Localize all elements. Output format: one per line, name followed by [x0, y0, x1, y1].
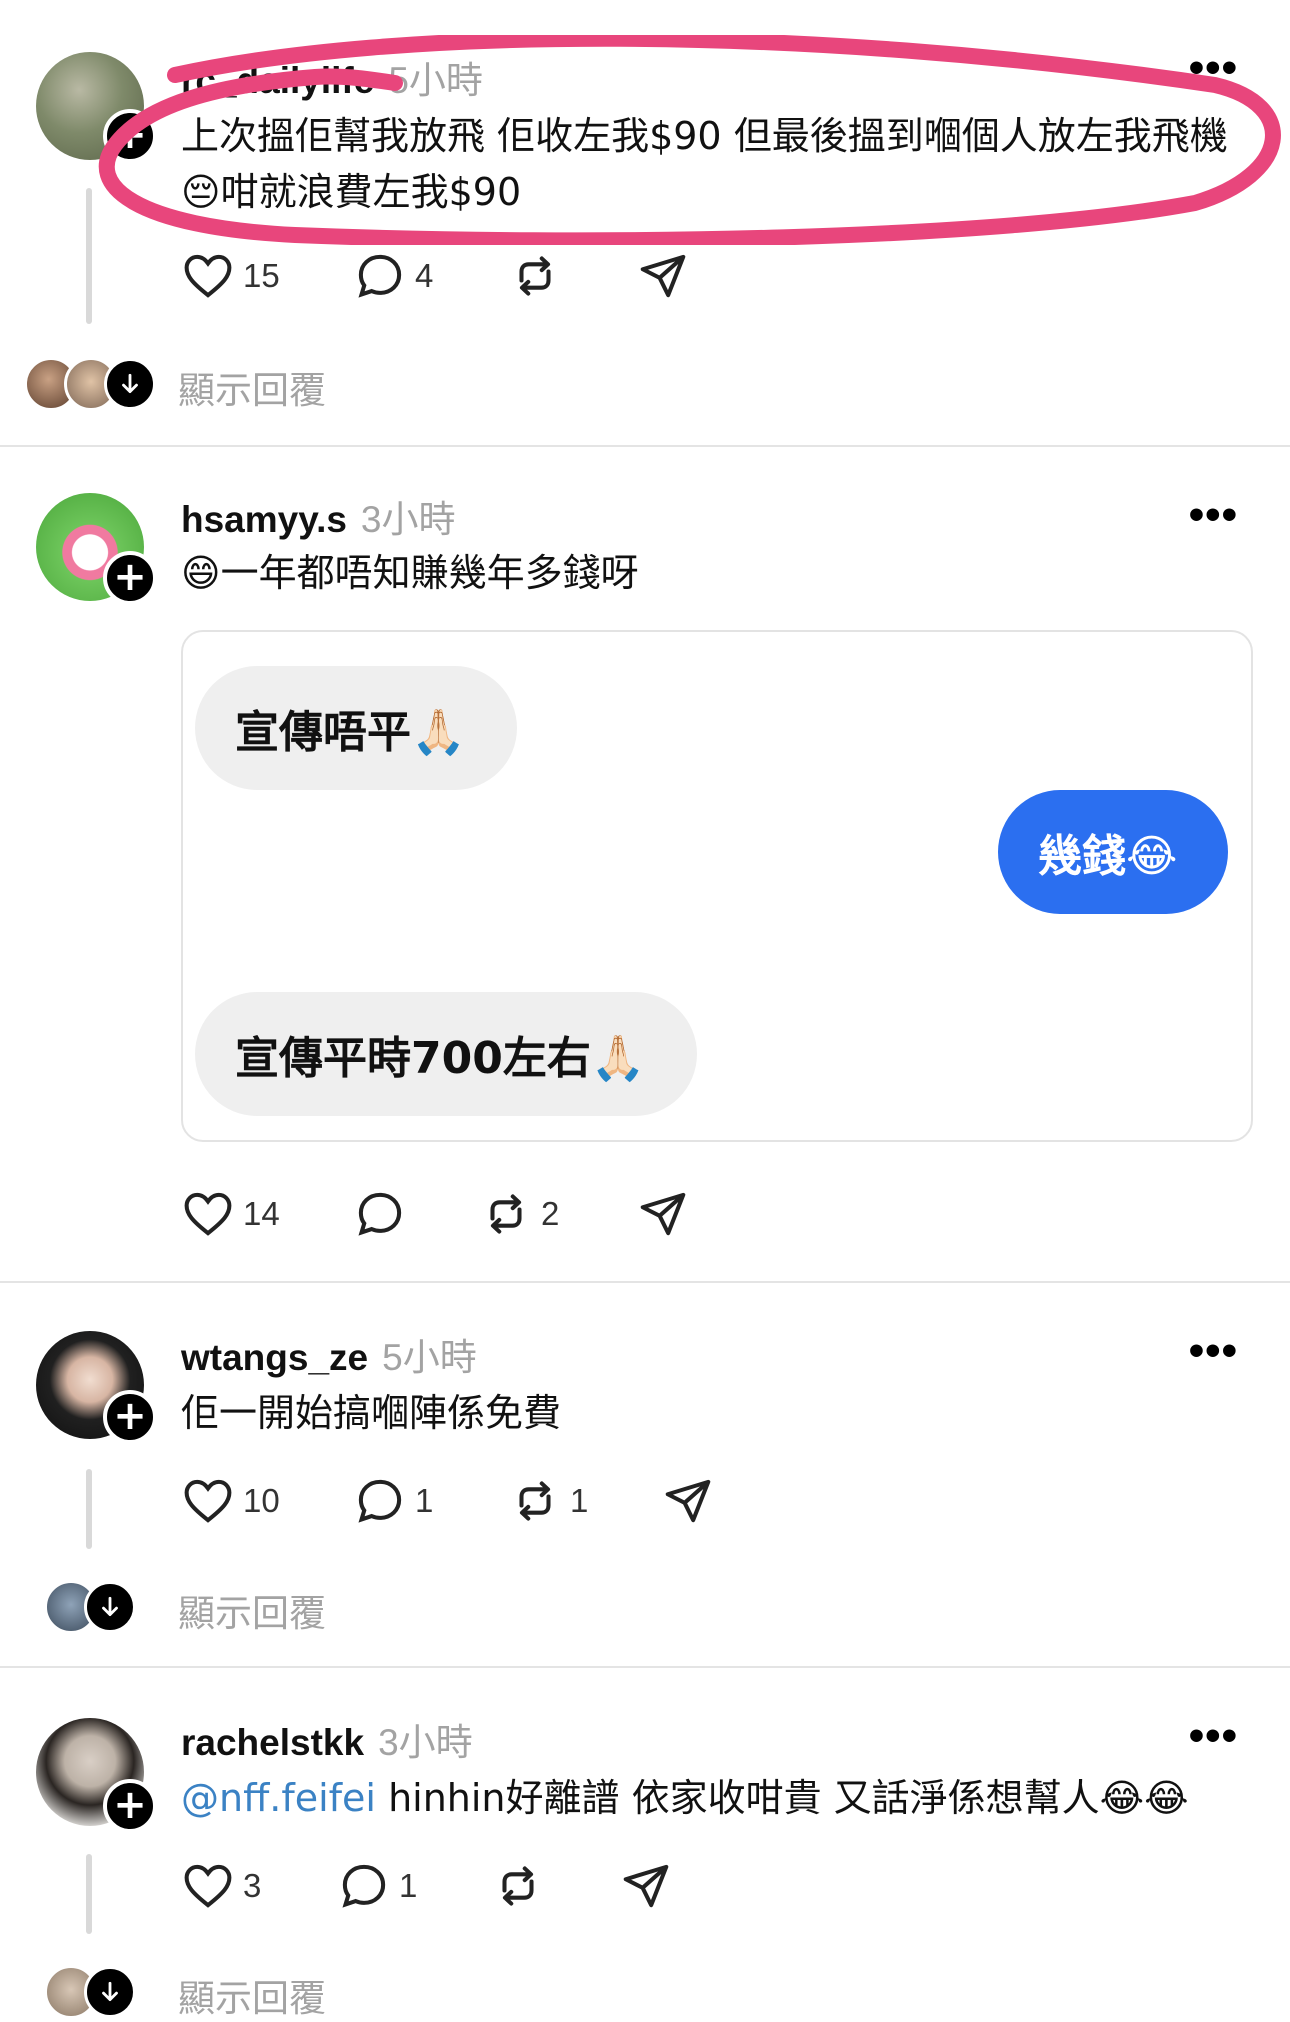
- username-text[interactable]: wtangs_ze: [181, 1337, 368, 1378]
- post-3: + wtangs_ze 5小時 ••• 佢一開始搞嗰陣係免費 10 1 1 顯示回…: [0, 1283, 1290, 1666]
- chat-screenshot-card[interactable]: 宣傳唔平🙏🏻 幾錢😂 宣傳平時700左右🙏🏻: [181, 630, 1253, 1142]
- like-button[interactable]: 15: [181, 248, 280, 304]
- more-dots-icon[interactable]: •••: [1189, 493, 1238, 537]
- like-count: 14: [243, 1195, 280, 1232]
- reply-avatars[interactable]: [44, 1577, 136, 1637]
- comment-button[interactable]: [353, 1186, 407, 1242]
- like-count: 3: [243, 1867, 262, 1904]
- action-bar: 10 1 1: [181, 1473, 781, 1529]
- repost-count: 1: [570, 1482, 589, 1519]
- comment-count: 1: [415, 1482, 434, 1519]
- heart-icon: [184, 1192, 232, 1236]
- share-button[interactable]: [636, 1186, 690, 1242]
- arrow-down-icon: [84, 1966, 136, 2018]
- show-replies-link[interactable]: 顯示回覆: [178, 1583, 326, 1637]
- post-1: + rc_dailylife 5小時 ••• 上次搵佢幫我放飛 佢收左我$90 但…: [0, 0, 1290, 445]
- send-icon: [623, 1864, 669, 1908]
- comment-count: 1: [399, 1867, 418, 1904]
- comment-button[interactable]: 1: [353, 1473, 433, 1529]
- timestamp: 3小時: [378, 1722, 473, 1763]
- heart-icon: [184, 1479, 232, 1523]
- follow-plus-icon[interactable]: +: [103, 1779, 157, 1833]
- arrow-down-icon: [84, 1581, 136, 1633]
- follow-plus-icon[interactable]: +: [103, 1390, 157, 1444]
- reply-avatars[interactable]: [24, 354, 156, 414]
- send-icon: [665, 1479, 711, 1523]
- username[interactable]: hsamyy.s 3小時: [181, 489, 456, 543]
- comment-bubble-icon: [358, 1192, 402, 1236]
- username[interactable]: wtangs_ze 5小時: [181, 1327, 477, 1381]
- username-text[interactable]: rachelstkk: [181, 1722, 364, 1763]
- mention-link[interactable]: @nff.feifei: [181, 1776, 376, 1820]
- username[interactable]: rc_dailylife 5小時: [181, 50, 483, 104]
- repost-count: 2: [541, 1195, 560, 1232]
- post-text: 上次搵佢幫我放飛 佢收左我$90 但最後搵到嗰個人放左我飛機😔咁就浪費左我$90: [181, 114, 1228, 214]
- thread-line: [86, 1854, 92, 1934]
- thread-line: [86, 188, 92, 324]
- action-bar: 3 1: [181, 1858, 781, 1914]
- more-dots-icon[interactable]: •••: [1189, 46, 1238, 90]
- more-dots-icon[interactable]: •••: [1189, 1714, 1238, 1758]
- comment-count: 4: [415, 257, 434, 294]
- show-replies-link[interactable]: 顯示回覆: [178, 360, 326, 414]
- repost-icon: [490, 1194, 522, 1234]
- timestamp: 5小時: [382, 1337, 477, 1378]
- timestamp: 3小時: [360, 499, 456, 540]
- like-button[interactable]: 10: [181, 1473, 280, 1529]
- username[interactable]: rachelstkk 3小時: [181, 1712, 473, 1766]
- comment-bubble-icon: [358, 254, 402, 298]
- follow-plus-icon[interactable]: +: [103, 109, 157, 163]
- repost-icon: [519, 1481, 551, 1521]
- chat-bubble-received: 宣傳唔平🙏🏻: [195, 666, 517, 790]
- username-text[interactable]: hsamyy.s: [181, 499, 347, 540]
- post-text: 佢一開始搞嗰陣係免費: [181, 1391, 562, 1435]
- timestamp: 5小時: [388, 60, 483, 101]
- send-icon: [640, 1192, 686, 1236]
- post-4: + rachelstkk 3小時 ••• @nff.feifei hinhin好離…: [0, 1668, 1290, 2020]
- show-replies-link[interactable]: 顯示回覆: [178, 1968, 326, 2022]
- share-button[interactable]: [661, 1473, 715, 1529]
- send-icon: [640, 254, 686, 298]
- share-button[interactable]: [636, 248, 690, 304]
- chat-bubble-received: 宣傳平時700左右🙏🏻: [195, 992, 697, 1116]
- like-count: 10: [243, 1482, 280, 1519]
- comment-bubble-icon: [342, 1864, 386, 1908]
- heart-icon: [184, 1864, 232, 1908]
- chat-bubble-sent: 幾錢😂: [998, 790, 1228, 914]
- repost-button[interactable]: [508, 248, 562, 304]
- thread-line: [86, 1469, 92, 1549]
- action-bar: 14 2: [181, 1186, 781, 1242]
- username-text[interactable]: rc_dailylife: [181, 60, 374, 101]
- repost-icon: [519, 256, 551, 296]
- repost-button[interactable]: 1: [508, 1473, 588, 1529]
- arrow-down-icon: [104, 358, 156, 410]
- post-text: 😄一年都唔知賺幾年多錢呀: [181, 551, 639, 595]
- action-bar: 15 4: [181, 248, 781, 304]
- comment-button[interactable]: 4: [353, 248, 433, 304]
- heart-icon: [184, 254, 232, 298]
- share-button[interactable]: [619, 1858, 673, 1914]
- repost-icon: [502, 1866, 534, 1906]
- post-text-body: hinhin好離譜 依家收咁貴 又話淨係想幫人😂😂: [375, 1776, 1189, 1820]
- post-text: @nff.feifei hinhin好離譜 依家收咁貴 又話淨係想幫人😂😂: [181, 1770, 1241, 1826]
- reply-avatars[interactable]: [44, 1962, 136, 2022]
- more-dots-icon[interactable]: •••: [1189, 1329, 1238, 1373]
- follow-plus-icon[interactable]: +: [103, 551, 157, 605]
- comment-button[interactable]: 1: [337, 1858, 417, 1914]
- repost-button[interactable]: [491, 1858, 545, 1914]
- repost-button[interactable]: 2: [479, 1186, 559, 1242]
- like-button[interactable]: 3: [181, 1858, 261, 1914]
- comment-bubble-icon: [358, 1479, 402, 1523]
- like-button[interactable]: 14: [181, 1186, 280, 1242]
- like-count: 15: [243, 257, 280, 294]
